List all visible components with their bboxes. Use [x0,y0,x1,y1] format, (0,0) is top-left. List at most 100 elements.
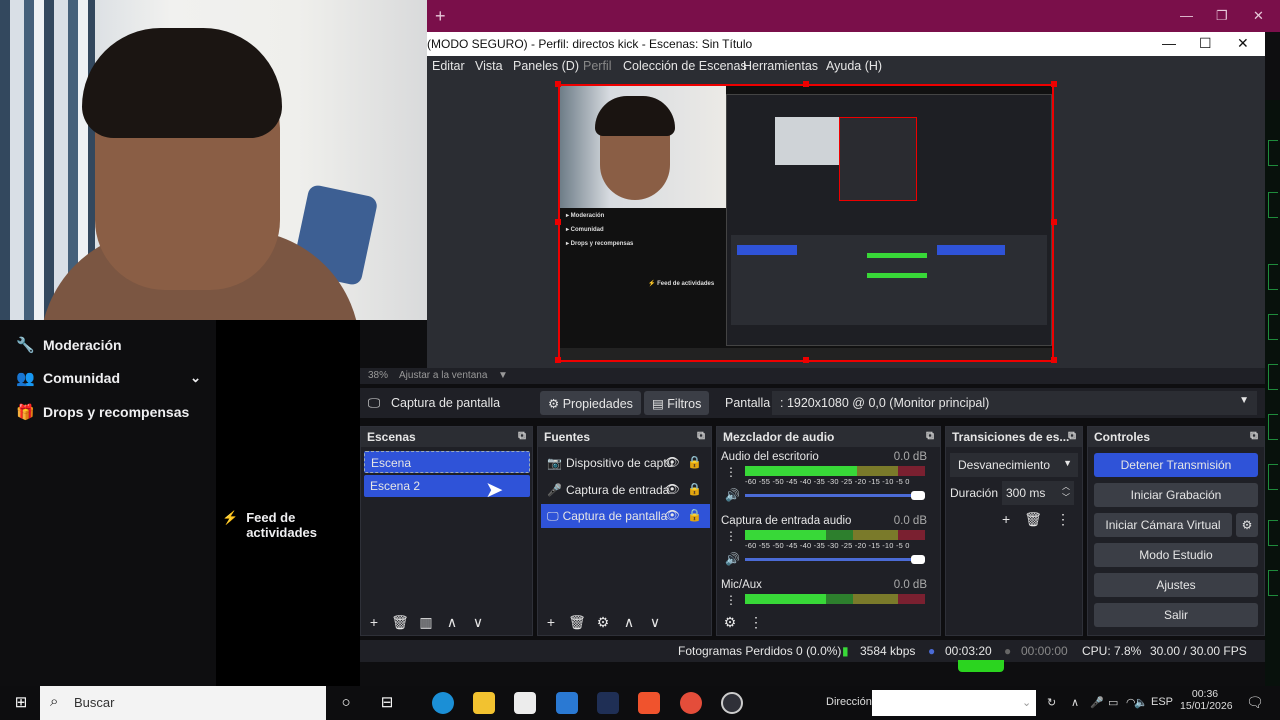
vcam-settings-button[interactable]: ⚙ [1236,513,1258,537]
address-field[interactable] [872,690,1036,716]
eye-icon[interactable]: 👁 [665,482,680,496]
undock-icon[interactable]: ⧉ [926,430,934,443]
menu-herramientas[interactable]: Herramientas [743,59,818,73]
undock-icon[interactable]: ⧉ [1068,430,1076,443]
volume-slider[interactable] [745,555,925,564]
scene-item[interactable]: Escena 2 [364,475,530,497]
menu-item-community[interactable]: 👥 Comunidad ⌄ [16,369,201,387]
source-item[interactable]: 🎤 Captura de entrada 👁 🔒 [541,478,710,502]
windows-start-icon[interactable]: ⊞ [10,692,32,714]
add-icon[interactable]: + [542,614,560,631]
trash-icon[interactable]: 🗑 [568,614,586,631]
clock[interactable]: 00:36 15/01/2026 [1180,688,1233,712]
stop-stream-button[interactable]: Detener Transmisión [1094,453,1258,477]
lock-icon[interactable]: 🔒 [687,482,702,496]
minimize-icon[interactable]: — [1180,8,1193,23]
trash-icon[interactable]: 🗑 [1024,511,1042,528]
task-view-icon[interactable]: ⊟ [376,692,398,714]
menu-dots-icon[interactable]: ⋮ [725,593,737,607]
menu-editar[interactable]: Editar [432,59,465,73]
eye-icon[interactable]: 👁 [665,508,680,522]
display-select[interactable]: : 1920x1080 @ 0,0 (Monitor principal) ▼ [772,391,1257,415]
properties-button[interactable]: ⚙ Propiedades [540,391,641,415]
menu-dots-icon[interactable]: ⋮ [725,465,737,479]
minimize-icon[interactable]: — [1162,35,1176,51]
cpu-usage: CPU: 7.8% [1082,644,1142,658]
menu-coleccion[interactable]: Colección de Escenas [623,59,747,73]
menu-ayuda[interactable]: Ayuda (H) [826,59,882,73]
lock-icon[interactable]: 🔒 [687,508,702,522]
transition-select[interactable]: Desvanecimiento ▼ [950,453,1078,477]
file-explorer-icon[interactable] [473,692,495,714]
gear-icon[interactable]: ⚙ [594,614,612,631]
volume-icon[interactable]: 🔈 [1134,696,1148,709]
obs-icon[interactable] [721,692,743,714]
obs-titlebar: (MODO SEGURO) - Perfil: directos kick - … [427,32,1265,56]
menu-vista[interactable]: Vista [475,59,503,73]
start-vcam-button[interactable]: Iniciar Cámara Virtual [1094,513,1232,537]
eye-icon[interactable]: 👁 [665,455,680,469]
preview-canvas[interactable]: ▸ Moderación ▸ Comunidad ▸ Drops y recom… [558,84,1054,362]
scene-item[interactable]: Escena [364,451,530,473]
close-icon[interactable]: ✕ [1253,8,1264,24]
chevron-down-icon[interactable]: ⌄ [190,370,201,386]
studio-mode-button[interactable]: Modo Estudio [1094,543,1258,567]
menu-dots-icon[interactable]: ⋮ [725,529,737,543]
up-icon[interactable]: ∧ [620,614,638,631]
chrome-icon[interactable] [680,692,702,714]
store-icon[interactable] [514,692,536,714]
chevron-down-icon[interactable]: ▼ [498,370,508,381]
add-icon[interactable]: + [365,614,383,631]
source-item[interactable]: 🖵 Captura de pantalla 👁 🔒 [541,504,710,528]
taskbar-search[interactable]: ⌕ Buscar [40,686,326,720]
menu-paneles[interactable]: Paneles (D) [513,59,579,73]
refresh-icon[interactable]: ↻ [1047,696,1056,709]
start-record-button[interactable]: Iniciar Grabación [1094,483,1258,507]
gear-icon: ⚙ [1241,518,1253,532]
mail-icon[interactable] [556,692,578,714]
menu-item-moderation[interactable]: 🔧 Moderación [16,336,122,354]
bitrate: 3584 kbps [860,644,916,658]
down-icon[interactable]: ∨ [646,614,664,631]
brave-icon[interactable] [638,692,660,714]
filter-icon[interactable]: ▥ [417,614,435,631]
undock-icon[interactable]: ⧉ [1250,430,1258,443]
chevron-down-icon[interactable]: ⌄ [1022,696,1031,709]
exit-button[interactable]: Salir [1094,603,1258,627]
up-icon[interactable]: ∧ [443,614,461,631]
speaker-icon[interactable]: 🔊 [725,552,740,566]
new-tab-icon[interactable]: + [435,6,446,27]
maximize-icon[interactable]: ☐ [1199,35,1212,52]
down-icon[interactable]: ∨ [469,614,487,631]
filters-button[interactable]: ▤ Filtros [644,391,710,415]
volume-slider[interactable] [745,491,925,500]
battery-icon[interactable]: ▭ [1108,696,1118,709]
cortana-icon[interactable]: ○ [335,692,357,714]
gear-icon[interactable]: ⚙ [721,614,739,631]
spinner-icon[interactable]: ︿ ﹀ [1062,481,1070,503]
maximize-icon[interactable]: ❐ [1216,8,1228,24]
close-icon[interactable]: ✕ [1237,35,1249,52]
menu-item-drops[interactable]: 🎁 Drops y recompensas [16,403,189,421]
settings-button[interactable]: Ajustes [1094,573,1258,597]
channel-name: Captura de entrada audio [721,515,852,527]
undock-icon[interactable]: ⧉ [697,430,705,443]
menu-dots-icon[interactable]: ⋮ [1056,511,1070,528]
app-icon[interactable] [597,692,619,714]
menu-perfil[interactable]: Perfil [583,59,611,73]
speaker-icon[interactable]: 🔊 [725,488,740,502]
notification-icon[interactable]: 🗨 [1246,694,1264,711]
add-icon[interactable]: + [1002,511,1010,528]
activity-feed[interactable]: ⚡ Feed de actividades [222,510,360,540]
duration-field[interactable]: 300 ms ︿ ﹀ [1002,481,1074,505]
zoom-mode[interactable]: Ajustar a la ventana [399,370,487,381]
lock-icon[interactable]: 🔒 [687,455,702,469]
menu-dots-icon[interactable]: ⋮ [747,614,765,631]
language-indicator[interactable]: ESP [1151,696,1173,708]
undock-icon[interactable]: ⧉ [518,430,526,443]
tray-up-icon[interactable]: ∧ [1071,696,1079,709]
edge-icon[interactable] [432,692,454,714]
mic-icon[interactable]: 🎤 [1090,696,1104,709]
source-item[interactable]: 📷 Dispositivo de captu 👁 🔒 [541,451,710,475]
trash-icon[interactable]: 🗑 [391,614,409,631]
